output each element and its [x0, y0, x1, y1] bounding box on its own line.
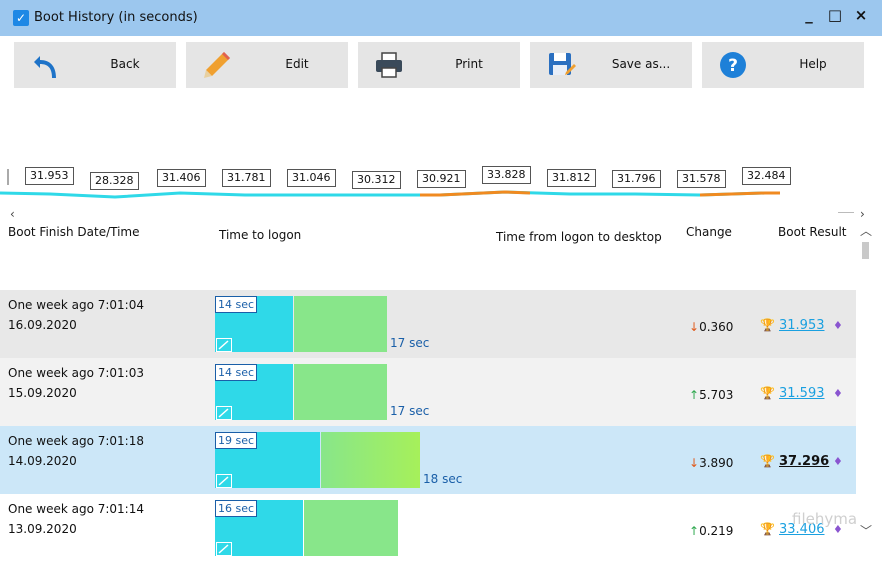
- save-as-button[interactable]: Save as...: [530, 42, 692, 88]
- table-row[interactable]: One week ago 7:01:03 15.09.2020 14 sec 17 s…: [0, 358, 856, 426]
- maximize-button[interactable]: □: [824, 6, 846, 24]
- svg-text:?: ?: [728, 56, 738, 76]
- desktop-time-label: 17 sec: [390, 404, 430, 418]
- table-row[interactable]: One week ago 7:01:14 13.09.2020 16 sec ↑0.2…: [0, 494, 856, 562]
- details-icon[interactable]: ♦: [833, 387, 843, 400]
- change-arrow-icon: ↑: [689, 388, 700, 402]
- back-button[interactable]: Back: [14, 42, 176, 88]
- window-title: Boot History (in seconds): [34, 10, 198, 25]
- logon-time-label: 16 sec: [215, 500, 258, 517]
- header-logon[interactable]: Time to logon: [219, 228, 301, 242]
- pencil-icon: [204, 52, 230, 78]
- back-arrow-icon: [34, 56, 56, 78]
- desktop-time-label: 17 sec: [390, 336, 430, 350]
- change-arrow-icon: ↑: [689, 524, 700, 538]
- history-value-box[interactable]: 30.921: [417, 170, 466, 188]
- minimize-button[interactable]: _: [798, 6, 820, 24]
- history-value-box[interactable]: 31.781: [222, 169, 271, 187]
- trophy-icon: 🏆: [760, 454, 775, 468]
- details-icon[interactable]: ♦: [833, 319, 843, 332]
- table-row[interactable]: One week ago 7:01:18 14.09.2020 19 sec 18 s…: [0, 426, 856, 494]
- desktop-time-bar: [294, 296, 387, 352]
- boot-result-link[interactable]: 31.953: [779, 318, 825, 333]
- toolbar: Back Edit Print Save as... ? Help: [0, 36, 882, 94]
- header-change[interactable]: Change: [686, 225, 732, 239]
- printer-icon: [376, 52, 402, 78]
- change-number: 0.219: [699, 524, 734, 538]
- change-number: 3.890: [699, 456, 734, 470]
- header-date[interactable]: Boot Finish Date/Time: [8, 225, 140, 239]
- trophy-icon: 🏆: [760, 522, 775, 536]
- change-number: 5.703: [699, 388, 734, 402]
- row-date: 15.09.2020: [8, 386, 77, 400]
- desktop-time-bar: [294, 364, 387, 420]
- row-date-relative: One week ago 7:01:14: [8, 502, 144, 516]
- desktop-time-bar: [321, 432, 420, 488]
- history-value-box[interactable]: 31.953: [25, 167, 74, 185]
- details-icon[interactable]: ♦: [833, 455, 843, 468]
- strip-prev-button[interactable]: ‹: [10, 207, 15, 221]
- logon-time-label: 19 sec: [215, 432, 258, 449]
- scroll-up-chevron-icon[interactable]: ︿: [860, 222, 872, 239]
- edit-pen-icon[interactable]: [216, 406, 232, 420]
- history-value-box[interactable]: 28.328: [90, 172, 139, 190]
- edit-pen-icon[interactable]: [216, 338, 232, 352]
- history-value-box[interactable]: 31.406: [157, 169, 206, 187]
- history-value-box[interactable]: 30.312: [352, 171, 401, 189]
- desktop-time-label: 18 sec: [423, 472, 463, 486]
- edit-label: Edit: [285, 57, 309, 71]
- row-date: 14.09.2020: [8, 454, 77, 468]
- change-value: ↑5.703: [689, 388, 733, 402]
- save-as-label: Save as...: [611, 57, 671, 71]
- strip-divider: [838, 212, 854, 213]
- strip-next-button[interactable]: ›: [860, 207, 865, 221]
- boot-history-strip: 31.953 28.328 31.406 31.781 31.046 30.312 30.9…: [0, 165, 882, 205]
- trophy-icon: 🏆: [760, 318, 775, 332]
- row-date: 16.09.2020: [8, 318, 77, 332]
- edit-pen-icon[interactable]: [216, 542, 232, 556]
- change-value: ↑0.219: [689, 524, 733, 538]
- trophy-icon: 🏆: [760, 386, 775, 400]
- table-row[interactable]: One week ago 7:01:04 16.09.2020 14 sec 17 s…: [0, 290, 856, 358]
- desktop-time-bar: [304, 500, 398, 556]
- change-arrow-icon: ↓: [689, 320, 700, 334]
- header-desktop[interactable]: Time from logon to desktop: [496, 230, 662, 244]
- history-value-box[interactable]: 31.812: [547, 169, 596, 187]
- watermark: filehyma: [792, 510, 858, 528]
- edit-button[interactable]: Edit: [186, 42, 348, 88]
- history-value-box[interactable]: 31.578: [677, 170, 726, 188]
- row-date-relative: One week ago 7:01:04: [8, 298, 144, 312]
- row-date-relative: One week ago 7:01:03: [8, 366, 144, 380]
- checkbox-icon: ✓: [13, 10, 29, 26]
- help-button[interactable]: ? Help: [702, 42, 864, 88]
- boot-result-link[interactable]: 31.593: [779, 386, 825, 401]
- edit-pen-icon[interactable]: [216, 474, 232, 488]
- history-value-box[interactable]: 33.828: [482, 166, 531, 184]
- change-value: ↓0.360: [689, 320, 733, 334]
- back-label: Back: [110, 57, 140, 71]
- history-value-box[interactable]: 32.484: [742, 167, 791, 185]
- scrollbar-thumb[interactable]: [862, 242, 869, 259]
- scroll-down-chevron-icon[interactable]: ﹀: [860, 522, 872, 539]
- row-date: 13.09.2020: [8, 522, 77, 536]
- logon-time-label: 14 sec: [215, 364, 258, 381]
- header-result[interactable]: Boot Result: [778, 225, 847, 239]
- boot-result-link[interactable]: 37.296: [779, 454, 829, 469]
- row-date-relative: One week ago 7:01:18: [8, 434, 144, 448]
- history-value-box[interactable]: 31.046: [287, 169, 336, 187]
- print-button[interactable]: Print: [358, 42, 520, 88]
- close-button[interactable]: ×: [850, 6, 872, 24]
- help-label: Help: [799, 57, 827, 71]
- floppy-disk-icon: [549, 53, 576, 75]
- history-value-box[interactable]: 31.796: [612, 170, 661, 188]
- title-bar: ✓ Boot History (in seconds) _ □ ×: [0, 0, 882, 36]
- help-icon: ?: [720, 52, 746, 78]
- change-value: ↓3.890: [689, 456, 733, 470]
- print-label: Print: [455, 57, 483, 71]
- logon-time-label: 14 sec: [215, 296, 258, 313]
- change-number: 0.360: [699, 320, 734, 334]
- change-arrow-icon: ↓: [689, 456, 700, 470]
